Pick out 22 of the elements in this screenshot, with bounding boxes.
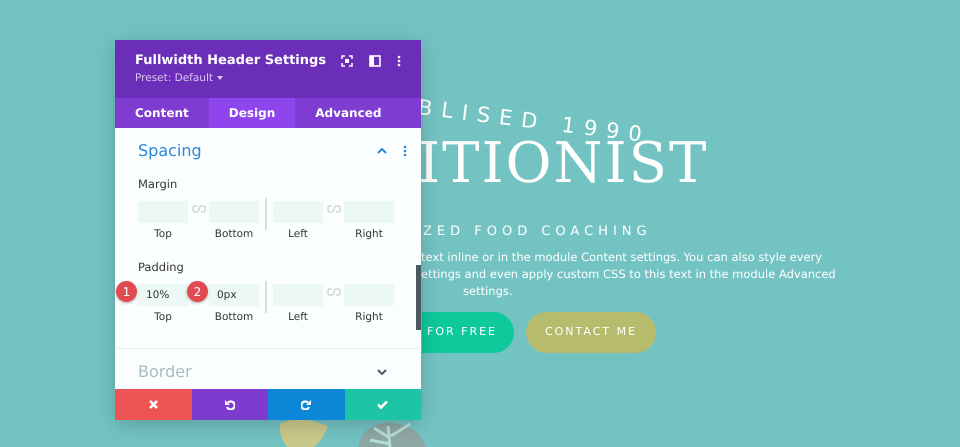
field-group-label: Padding [138, 259, 185, 276]
hero-subtitle: ZED FOOD COACHING [423, 222, 652, 240]
hero-paragraph: text inline or in the module Content settings. You can also style every ettings and even apply custom CSS to this text in the module Advanced settings. [421, 249, 836, 300]
field-group-label: Margin [138, 176, 178, 193]
field-caption: Left [287, 227, 309, 242]
tab[interactable]: Content [115, 98, 209, 128]
tab[interactable]: Design [208, 98, 296, 128]
field-caption: Bottom [214, 310, 254, 326]
section-title[interactable]: Spacing [138, 139, 202, 163]
step-marker: 1 [116, 281, 137, 302]
preset-dropdown[interactable]: Preset: Default [135, 70, 326, 86]
field-caption: Top [153, 227, 173, 242]
field-caption: Bottom [214, 227, 254, 242]
step-marker: 2 [187, 281, 208, 302]
input-field[interactable]: 10% [138, 284, 188, 306]
tab[interactable]: Advanced [295, 98, 402, 128]
field-caption: Left [287, 310, 309, 326]
panel-title: Fullwidth Header Settings [135, 52, 326, 70]
field-caption: Top [153, 310, 173, 326]
input-field[interactable]: 0px [209, 284, 259, 306]
field-caption: Right [354, 227, 384, 242]
field-caption: Right [354, 310, 384, 326]
